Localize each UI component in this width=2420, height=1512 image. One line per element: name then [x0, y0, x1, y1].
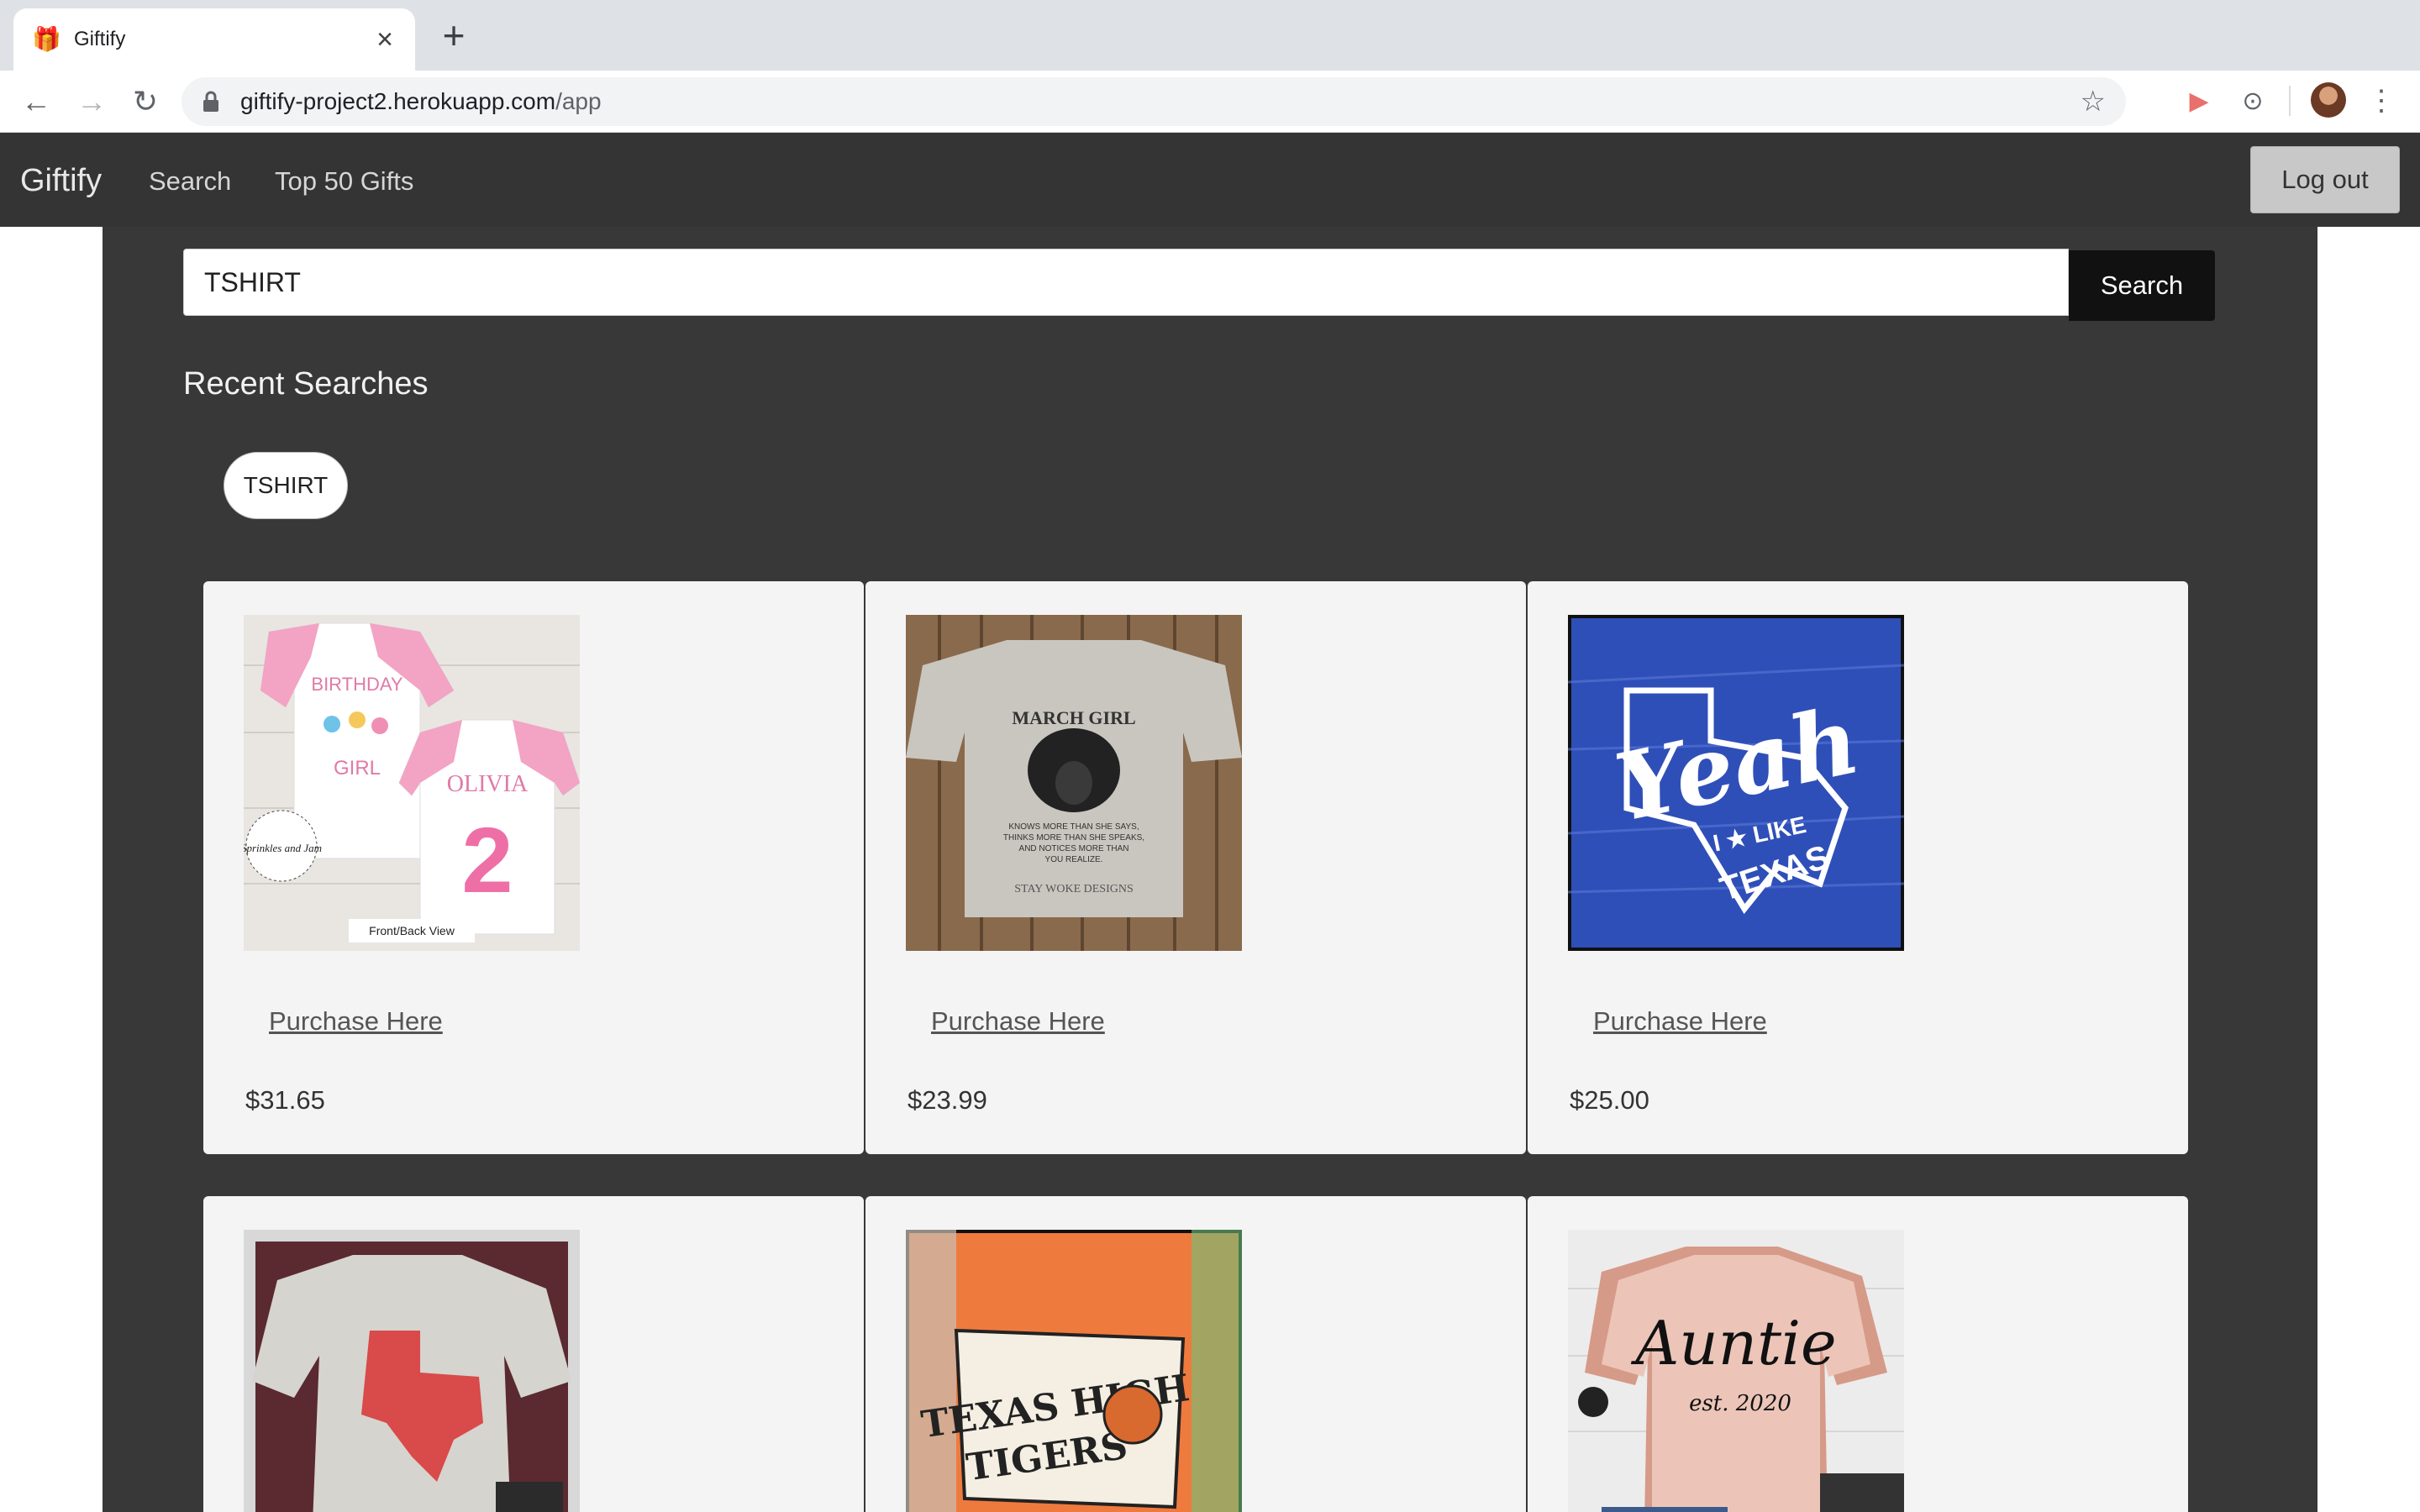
product-image-text-title: MARCH GIRL — [1012, 707, 1135, 728]
browser-toolbar: ← → ↻ giftify-project2.herokuapp.com/app… — [0, 71, 2420, 133]
product-image-text-line1: KNOWS MORE THAN SHE SAYS, — [1008, 822, 1139, 832]
product-price: $31.65 — [245, 1085, 325, 1115]
close-tab-icon[interactable]: × — [371, 24, 398, 56]
bookmark-star-icon[interactable]: ☆ — [2081, 85, 2106, 118]
product-image-text-name: OLIVIA — [447, 771, 529, 797]
product-image-text-brand: STAY WOKE DESIGNS — [1014, 883, 1133, 895]
product-image[interactable]: Auntie est. 2020 — [1568, 1230, 1904, 1512]
app-navbar: Giftify Search Top 50 Gifts Log out — [0, 133, 2420, 227]
url-path: /app — [555, 88, 602, 114]
product-card: Yeah I ★ LIKE TEXAS Purchase Here $25.00 — [1528, 581, 2188, 1154]
forward-arrow-icon[interactable]: → — [72, 82, 111, 121]
gift-favicon-icon: 🎁 — [32, 26, 61, 52]
product-image-text-view: Front/Back View — [369, 924, 455, 937]
product-price: $25.00 — [1570, 1085, 1649, 1115]
reload-icon[interactable]: ↻ — [126, 82, 165, 121]
profile-avatar[interactable] — [2311, 82, 2346, 118]
product-image[interactable]: BIRTHDAY GIRL OLIVIA 2 Sprinkles and Jam… — [244, 615, 580, 951]
product-image-text-line3: AND NOTICES MORE THAN — [1019, 844, 1129, 853]
purchase-link[interactable]: Purchase Here — [1593, 1006, 1767, 1037]
search-input[interactable]: TSHIRT — [183, 249, 2069, 316]
toolbar-separator — [2289, 86, 2291, 116]
product-card: Auntie est. 2020 — [1528, 1196, 2188, 1512]
product-image[interactable]: MARCH GIRL KNOWS MORE THAN SHE SAYS, THI… — [906, 615, 1242, 951]
browser-tabstrip: 🎁 Giftify × + — [0, 0, 2420, 71]
recent-searches-heading: Recent Searches — [183, 366, 429, 402]
extension-code-icon[interactable]: ⊙ — [2233, 82, 2272, 121]
brand-logo[interactable]: Giftify — [20, 163, 102, 199]
product-card: MARCH GIRL KNOWS MORE THAN SHE SAYS, THI… — [865, 581, 1526, 1154]
url-host: giftify-project2.herokuapp.com — [240, 88, 556, 114]
search-button[interactable]: Search — [2069, 250, 2215, 321]
product-image-text-line2: THINKS MORE THAN SHE SPEAKS, — [1003, 833, 1144, 843]
product-card: BIRTHDAY GIRL OLIVIA 2 Sprinkles and Jam… — [203, 581, 864, 1154]
product-image-text-est: est. 2020 — [1689, 1391, 1791, 1416]
browser-tab[interactable]: 🎁 Giftify × — [13, 8, 415, 71]
back-arrow-icon[interactable]: ← — [17, 82, 55, 121]
product-image-text-number: 2 — [461, 809, 513, 912]
address-bar[interactable]: giftify-project2.herokuapp.com/app ☆ — [182, 77, 2126, 126]
product-image[interactable]: TEXAS HIGH TIGERS — [906, 1230, 1242, 1512]
product-image-text-girl: GIRL — [334, 757, 381, 780]
nav-link-top-50-gifts[interactable]: Top 50 Gifts — [275, 166, 413, 197]
purchase-link[interactable]: Purchase Here — [269, 1006, 443, 1037]
product-card — [203, 1196, 864, 1512]
browser-menu-icon[interactable]: ⋮ — [2366, 82, 2396, 121]
url-text: giftify-project2.herokuapp.com/app — [240, 88, 2081, 115]
product-image-text-birthday: BIRTHDAY — [311, 674, 403, 695]
new-tab-icon[interactable]: + — [434, 16, 474, 57]
product-card: TEXAS HIGH TIGERS — [865, 1196, 1526, 1512]
product-image-text-line4: YOU REALIZE. — [1045, 855, 1103, 864]
product-price: $23.99 — [908, 1085, 987, 1115]
tab-title: Giftify — [74, 28, 126, 50]
lock-icon — [202, 91, 220, 113]
product-image[interactable] — [244, 1230, 580, 1512]
recent-search-chip[interactable]: TSHIRT — [224, 452, 348, 519]
product-image-text-auntie: Auntie — [1630, 1308, 1836, 1378]
extension-cast-icon[interactable]: ▶ — [2180, 82, 2218, 121]
product-image-text-brand: Sprinkles and Jam — [244, 842, 322, 854]
product-image[interactable]: Yeah I ★ LIKE TEXAS — [1568, 615, 1904, 951]
logout-button[interactable]: Log out — [2250, 146, 2400, 213]
purchase-link[interactable]: Purchase Here — [931, 1006, 1105, 1037]
nav-link-search[interactable]: Search — [149, 166, 231, 197]
